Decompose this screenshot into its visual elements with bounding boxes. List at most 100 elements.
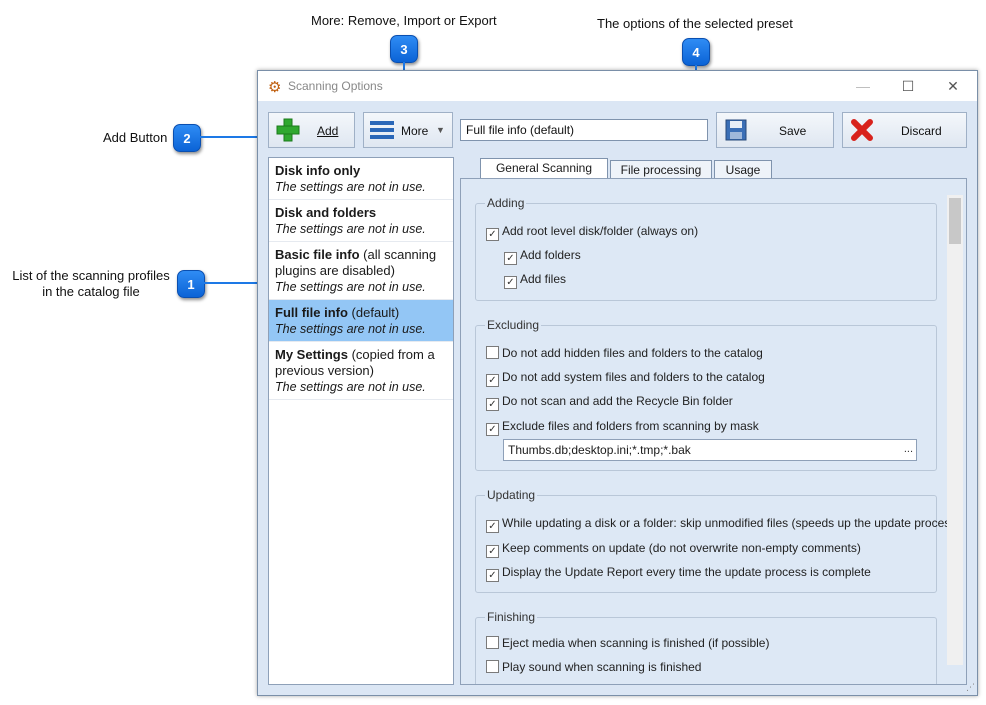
profile-item-basic-file-info[interactable]: Basic file info (all scanning plugins ar… [269, 242, 453, 300]
checkbox-checked-icon: ✓ [486, 423, 499, 436]
profile-name: Disk info only [275, 163, 361, 178]
option-add-files[interactable]: ✓ Add files [504, 272, 566, 289]
profile-status: The settings are not in use. [275, 180, 426, 194]
profile-list[interactable]: Disk info only The settings are not in u… [268, 157, 454, 685]
checkbox-unchecked-icon [486, 660, 499, 673]
annotation-1-label: List of the scanning profiles in the cat… [8, 268, 174, 300]
scrollbar-thumb[interactable] [949, 198, 961, 244]
option-exclude-system[interactable]: ✓ Do not add system files and folders to … [486, 370, 765, 387]
profile-suffix: (default) [347, 305, 400, 320]
option-keep-comments[interactable]: ✓ Keep comments on update (do not overwri… [486, 541, 861, 558]
add-button-label: Add [317, 124, 339, 138]
save-button[interactable]: Save [716, 112, 834, 148]
option-eject-media[interactable]: Eject media when scanning is finished (i… [486, 636, 769, 650]
checkbox-checked-icon: ✓ [486, 520, 499, 533]
option-skip-unmodified[interactable]: ✓ While updating a disk or a folder: skip… [486, 516, 960, 533]
option-label: Add root level disk/folder (always on) [502, 224, 699, 238]
checkbox-checked-icon: ✓ [486, 398, 499, 411]
annotation-3-label: More: Remove, Import or Export [311, 13, 497, 28]
checkbox-unchecked-icon [486, 636, 499, 649]
checkbox-checked-icon: ✓ [486, 569, 499, 582]
menu-lines-icon [370, 121, 394, 139]
checkbox-checked-icon: ✓ [486, 545, 499, 558]
group-title: Finishing [485, 610, 538, 624]
floppy-disk-icon [725, 119, 747, 141]
tab-general-scanning[interactable]: General Scanning [480, 158, 608, 179]
window-title: Scanning Options [288, 79, 383, 93]
discard-button[interactable]: Discard [842, 112, 967, 148]
annotation-1-line2: in the catalog file [42, 284, 140, 299]
group-title: Adding [485, 196, 527, 210]
close-button[interactable]: ✕ [938, 75, 968, 97]
option-display-update-report[interactable]: ✓ Display the Update Report every time th… [486, 565, 871, 582]
exclude-mask-input[interactable]: Thumbs.db;desktop.ini;*.tmp;*.bak ... [503, 439, 917, 461]
option-skip-recycle-bin[interactable]: ✓ Do not scan and add the Recycle Bin fol… [486, 394, 733, 411]
option-exclude-by-mask[interactable]: ✓ Exclude files and folders from scanning… [486, 419, 759, 436]
options-tabs: General Scanning File processing Usage A… [460, 157, 967, 685]
scanning-options-window: ⚙ Scanning Options — ☐ ✕ Add More ▼ Save [257, 70, 978, 696]
profile-status: The settings are not in use. [275, 280, 426, 294]
minimize-button[interactable]: — [848, 75, 878, 97]
option-label: Do not scan and add the Recycle Bin fold… [502, 394, 733, 408]
group-excluding: Excluding Do not add hidden files and fo… [475, 318, 937, 471]
option-add-folders[interactable]: ✓ Add folders [504, 248, 581, 265]
option-label: Display the Update Report every time the… [502, 565, 871, 579]
group-updating: Updating ✓ While updating a disk or a fol… [475, 488, 960, 593]
chevron-down-icon: ▼ [436, 125, 445, 135]
annotation-4-badge: 4 [682, 38, 710, 66]
save-button-label: Save [779, 124, 807, 138]
option-label: Eject media when scanning is finished (i… [502, 636, 770, 650]
more-button-label: More [401, 124, 429, 138]
group-title: Updating [485, 488, 538, 502]
discard-button-label: Discard [901, 124, 942, 138]
gears-icon: ⚙ [268, 79, 282, 96]
annotation-2-badge: 2 [173, 124, 201, 152]
option-exclude-hidden[interactable]: Do not add hidden files and folders to t… [486, 346, 763, 360]
resize-grip-icon[interactable]: ⋰ [966, 682, 975, 693]
profile-status: The settings are not in use. [275, 380, 426, 394]
profile-status: The settings are not in use. [275, 222, 426, 236]
annotation-3-badge: 3 [390, 35, 418, 63]
option-label: Do not add system files and folders to t… [502, 370, 765, 384]
profile-name: Basic file info [275, 247, 360, 262]
annotation-4-label: The options of the selected preset [597, 16, 793, 31]
option-play-sound[interactable]: Play sound when scanning is finished [486, 660, 701, 674]
option-label: Add files [520, 272, 567, 286]
annotation-1-badge: 1 [177, 270, 205, 298]
profile-name: Disk and folders [275, 205, 377, 220]
tab-usage[interactable]: Usage [714, 160, 772, 178]
more-button[interactable]: More ▼ [363, 112, 453, 148]
profile-status: The settings are not in use. [275, 322, 426, 336]
annotation-2-label: Add Button [103, 130, 168, 145]
profile-name: My Settings [275, 347, 348, 362]
profile-item-my-settings[interactable]: My Settings (copied from a previous vers… [269, 342, 453, 400]
tab-file-processing[interactable]: File processing [610, 160, 712, 178]
option-label: Keep comments on update (do not overwrit… [502, 541, 861, 555]
checkbox-checked-icon: ✓ [486, 374, 499, 387]
option-label: While updating a disk or a folder: skip … [502, 516, 961, 530]
profile-item-disk-info-only[interactable]: Disk info only The settings are not in u… [269, 158, 453, 200]
general-scanning-panel: Adding ✓ Add root level disk/folder (alwa… [460, 178, 967, 685]
checkbox-checked-icon: ✓ [504, 276, 517, 289]
option-label: Exclude files and folders from scanning … [502, 419, 759, 433]
option-label: Play sound when scanning is finished [502, 660, 702, 674]
profile-item-full-file-info[interactable]: Full file info (default) The settings ar… [269, 300, 453, 342]
add-button[interactable]: Add [268, 112, 355, 148]
option-add-root[interactable]: ✓ Add root level disk/folder (always on) [486, 224, 698, 241]
panel-scrollbar[interactable] [947, 195, 963, 665]
preset-name-input[interactable] [460, 119, 708, 141]
annotation-1-line1: List of the scanning profiles [12, 268, 170, 283]
title-bar[interactable]: ⚙ Scanning Options — ☐ ✕ [258, 71, 977, 101]
profile-item-disk-and-folders[interactable]: Disk and folders The settings are not in… [269, 200, 453, 242]
red-x-icon [851, 119, 873, 141]
plus-icon [276, 118, 300, 142]
mask-browse-button[interactable]: ... [904, 443, 913, 455]
profile-name: Full file info [275, 305, 348, 320]
group-title: Excluding [485, 318, 542, 332]
checkbox-unchecked-icon [486, 346, 499, 359]
option-label: Do not add hidden files and folders to t… [502, 346, 763, 360]
maximize-button[interactable]: ☐ [893, 75, 923, 97]
option-label: Add folders [520, 248, 581, 262]
group-finishing: Finishing Eject media when scanning is f… [475, 610, 937, 684]
checkbox-checked-icon: ✓ [486, 228, 499, 241]
